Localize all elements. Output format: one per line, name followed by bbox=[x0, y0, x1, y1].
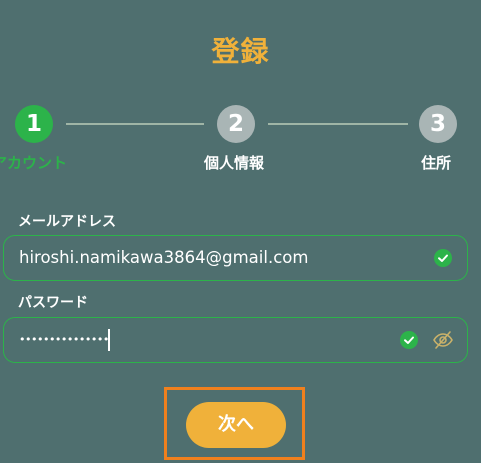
page-title: 登録 bbox=[211, 35, 270, 68]
email-label: メールアドレス bbox=[18, 214, 116, 230]
step-2-indicator[interactable]: 2 bbox=[217, 105, 255, 143]
check-icon bbox=[400, 331, 418, 349]
step-3-indicator[interactable]: 3 bbox=[419, 105, 457, 143]
eye-slash-icon[interactable] bbox=[432, 329, 454, 351]
step-3-label: 住所 bbox=[421, 154, 452, 172]
password-field[interactable]: ••••••••••••••• bbox=[3, 317, 468, 363]
password-value: ••••••••••••••• bbox=[19, 333, 109, 346]
text-cursor bbox=[108, 329, 110, 351]
email-value: hiroshi.namikawa3864@gmail.com bbox=[19, 248, 309, 267]
step-1-label: アカウント bbox=[0, 154, 68, 172]
step-2-label: 個人情報 bbox=[204, 154, 265, 172]
email-field[interactable]: hiroshi.namikawa3864@gmail.com bbox=[3, 235, 468, 281]
step-connector bbox=[66, 123, 204, 125]
step-1-indicator[interactable]: 1 bbox=[15, 105, 53, 143]
password-label: パスワード bbox=[18, 295, 88, 311]
step-connector bbox=[268, 123, 408, 125]
check-icon bbox=[434, 249, 452, 267]
next-button[interactable]: 次へ bbox=[186, 402, 286, 448]
